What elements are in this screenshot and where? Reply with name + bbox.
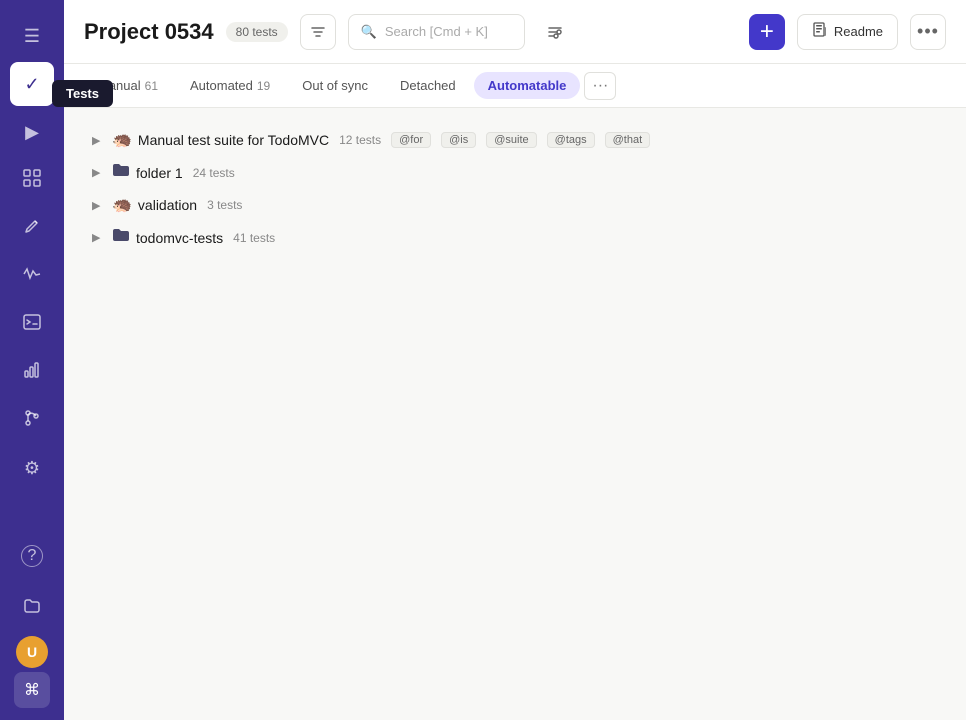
adjust-settings-icon[interactable] [537, 14, 573, 50]
chart-icon [23, 361, 41, 384]
suite-icon: 🦔 [112, 195, 132, 215]
tab-more-button[interactable]: ··· [584, 72, 616, 100]
settings-icon: ⚙ [24, 458, 40, 479]
add-button[interactable]: + [749, 14, 785, 50]
avatar[interactable]: U [16, 636, 48, 668]
chevron-right-icon: ▶ [92, 231, 106, 244]
tag-for[interactable]: @for [391, 132, 431, 148]
folder-icon [112, 162, 130, 183]
sidebar-menu-button[interactable]: ☰ [10, 14, 54, 58]
sidebar-item-edit[interactable] [10, 206, 54, 250]
dashboard-icon [23, 169, 41, 192]
sidebar: ☰ ✓ Tests ▶ [0, 0, 64, 720]
readme-icon [812, 22, 828, 41]
sidebar-bottom: ? U ⌘ [10, 532, 54, 708]
activity-icon [23, 265, 41, 288]
tree-item-validation[interactable]: ▶ 🦔 validation 3 tests [84, 189, 946, 221]
tree-item-count: 41 tests [233, 231, 275, 245]
filter-button[interactable] [300, 14, 336, 50]
tabs-bar: Manual 61 Automated 19 Out of sync Detac… [64, 64, 966, 108]
chevron-right-icon: ▶ [92, 166, 106, 179]
tag-that[interactable]: @that [605, 132, 651, 148]
tree-item-todomvc[interactable]: ▶ todomvc-tests 41 tests [84, 221, 946, 254]
sidebar-item-branch[interactable] [10, 398, 54, 442]
tree-item-count: 3 tests [207, 198, 242, 212]
more-options-button[interactable]: ••• [910, 14, 946, 50]
tree-item-name: todomvc-tests [136, 230, 223, 246]
edit-icon [23, 217, 41, 240]
content-area: ▶ 🦔 Manual test suite for TodoMVC 12 tes… [64, 108, 966, 720]
project-title: Project 0534 [84, 19, 214, 45]
tab-automatable[interactable]: Automatable [474, 72, 581, 99]
search-bar[interactable]: 🔍 Search [Cmd + K] [348, 14, 526, 50]
sidebar-item-play[interactable]: ▶ [10, 110, 54, 154]
sidebar-item-settings[interactable]: ⚙ [10, 446, 54, 490]
tab-automated[interactable]: Automated 19 [176, 72, 284, 99]
tag-suite[interactable]: @suite [486, 132, 536, 148]
sidebar-item-activity[interactable] [10, 254, 54, 298]
header: Project 0534 80 tests 🔍 Search [Cmd + K]… [64, 0, 966, 64]
tree-item-count: 12 tests [339, 133, 381, 147]
sidebar-item-dashboard[interactable] [10, 158, 54, 202]
menu-icon: ☰ [24, 26, 40, 47]
folder-icon [23, 597, 41, 620]
terminal-icon [23, 313, 41, 336]
play-icon: ▶ [25, 122, 39, 143]
sidebar-item-tests[interactable]: ✓ [10, 62, 54, 106]
sidebar-item-chart[interactable] [10, 350, 54, 394]
readme-button[interactable]: Readme [797, 14, 898, 50]
search-icon: 🔍 [361, 24, 377, 40]
tree-item-folder1[interactable]: ▶ folder 1 24 tests [84, 156, 946, 189]
branch-icon [23, 409, 41, 432]
chevron-right-icon: ▶ [92, 199, 106, 212]
main-content: Project 0534 80 tests 🔍 Search [Cmd + K]… [64, 0, 966, 720]
search-placeholder: Search [Cmd + K] [385, 24, 488, 39]
test-count-badge: 80 tests [226, 22, 288, 42]
help-icon: ? [21, 545, 43, 567]
tab-out-of-sync[interactable]: Out of sync [288, 72, 382, 99]
readme-label: Readme [834, 24, 883, 39]
folder-icon [112, 227, 130, 248]
suite-icon: 🦔 [112, 130, 132, 150]
tree-item-manual-suite[interactable]: ▶ 🦔 Manual test suite for TodoMVC 12 tes… [84, 124, 946, 156]
tree-item-name: folder 1 [136, 165, 183, 181]
keyboard-shortcut-icon[interactable]: ⌘ [14, 672, 50, 708]
tree-item-count: 24 tests [193, 166, 235, 180]
tree-item-name: validation [138, 197, 197, 213]
sidebar-item-folder[interactable] [10, 586, 54, 630]
tag-tags[interactable]: @tags [547, 132, 595, 148]
tests-tooltip: Tests [52, 80, 113, 107]
check-icon: ✓ [24, 74, 39, 95]
sidebar-item-terminal[interactable] [10, 302, 54, 346]
tab-detached[interactable]: Detached [386, 72, 470, 99]
tree-item-name: Manual test suite for TodoMVC [138, 132, 329, 148]
chevron-right-icon: ▶ [92, 134, 106, 147]
tag-is[interactable]: @is [441, 132, 476, 148]
sidebar-item-help[interactable]: ? [10, 534, 54, 578]
